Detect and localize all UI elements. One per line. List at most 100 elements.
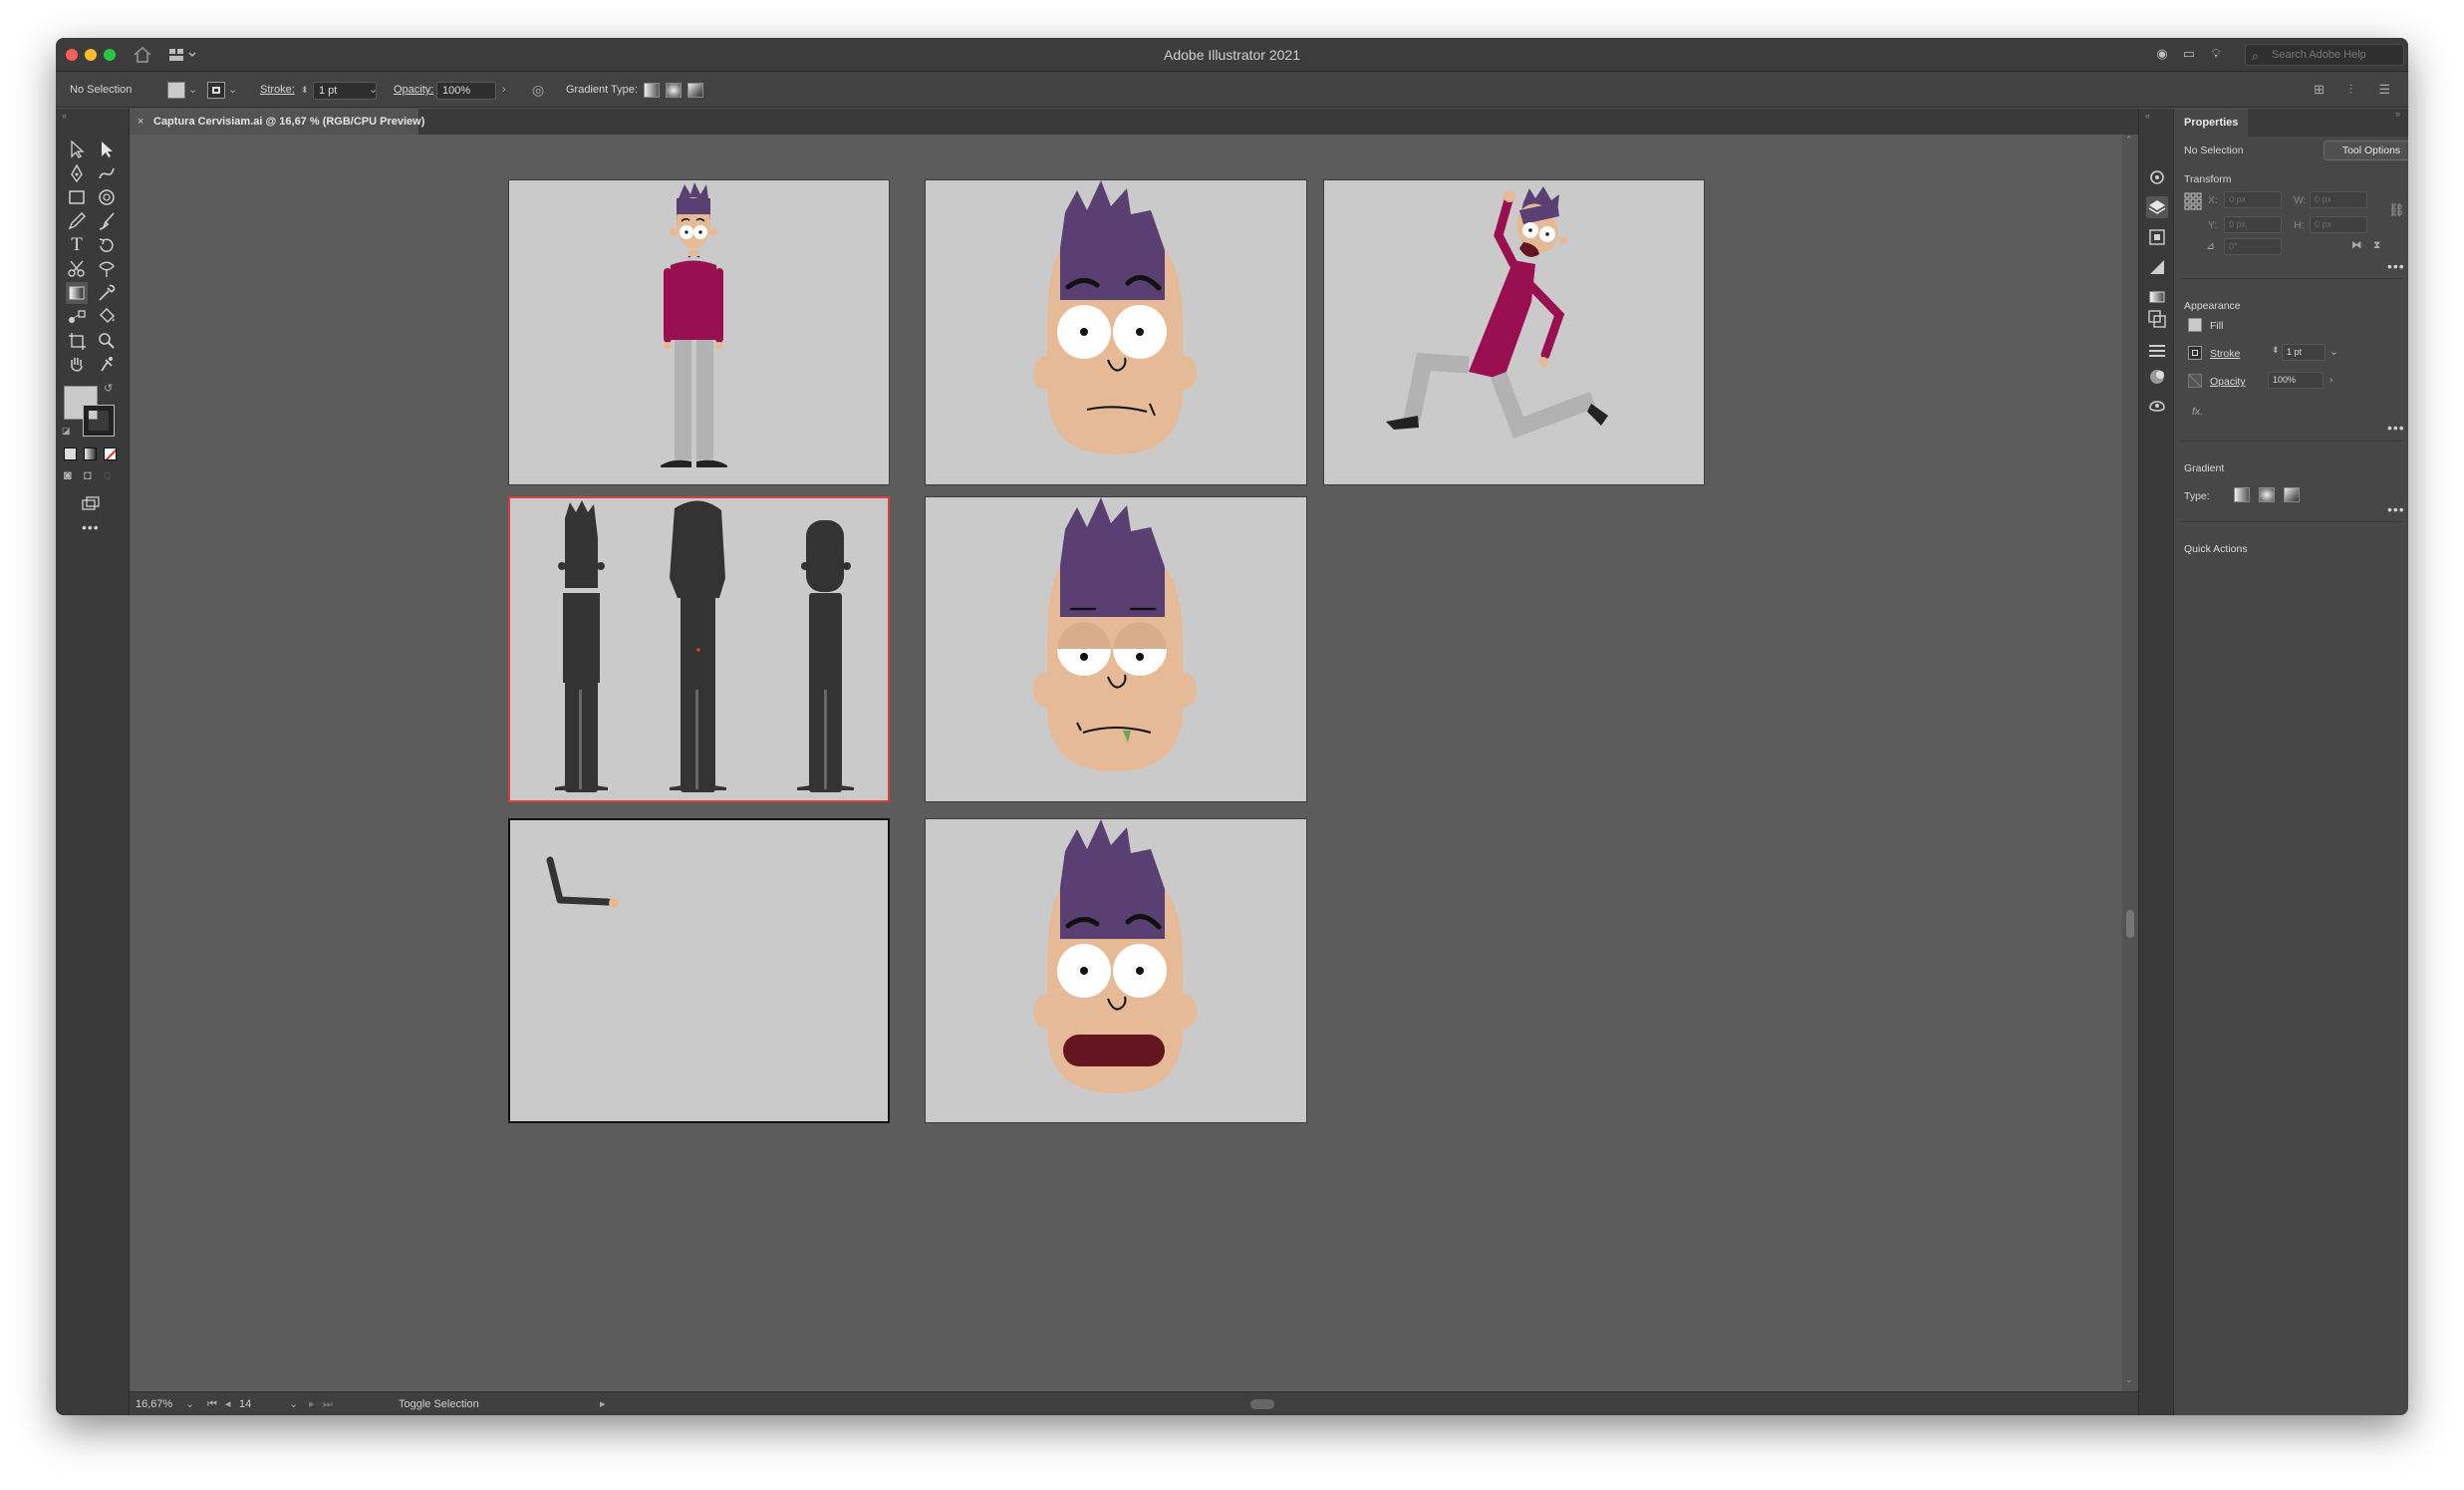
scroll-up-icon[interactable]: ⌃	[2125, 135, 2133, 146]
stroke-weight-dropdown-icon[interactable]: ⌄	[369, 72, 378, 108]
puppet-warp-icon[interactable]	[96, 354, 118, 376]
fill-dropdown-icon[interactable]: ⌄	[188, 72, 197, 108]
opacity-panel-expand-icon[interactable]: ›	[2329, 374, 2333, 386]
status-mode-label[interactable]: Toggle Selection	[399, 1392, 479, 1415]
help-search-input[interactable]: ⌕ Search Adobe Help	[2245, 44, 2404, 66]
opacity-label-panel[interactable]: Opacity	[2210, 376, 2246, 388]
stroke-label-panel[interactable]: Stroke	[2210, 348, 2240, 360]
h-field[interactable]: 0 px	[2310, 216, 2367, 233]
none-mode-icon[interactable]	[104, 447, 117, 460]
vertical-scroll-thumb[interactable]	[2126, 910, 2134, 938]
radial-gradient-button[interactable]	[666, 83, 682, 98]
symbols-panel-icon[interactable]	[2146, 394, 2168, 416]
color-guide-icon[interactable]	[2146, 256, 2168, 278]
artboard-face-neutral[interactable]	[925, 179, 1307, 485]
shaper-tool-icon[interactable]	[96, 186, 118, 208]
rotate-angle-field[interactable]: 0°	[2224, 238, 2282, 255]
layers-panel-icon[interactable]	[2146, 196, 2168, 218]
flip-horizontal-icon[interactable]: ⧓	[2351, 239, 2362, 251]
document-tab[interactable]: × Captura Cervisiam.ai @ 16,67 % (RGB/CP…	[130, 109, 424, 135]
radial-gradient-panel-button[interactable]	[2259, 487, 2275, 502]
next-artboard-icon[interactable]: ▸	[309, 1392, 315, 1415]
properties-panel-icon[interactable]	[2146, 166, 2168, 188]
horizontal-scroll-thumb[interactable]	[1250, 1399, 1274, 1409]
blend-tool-icon[interactable]	[66, 306, 88, 328]
status-menu-icon[interactable]: ▸	[600, 1392, 606, 1415]
y-field[interactable]: 0 px	[2224, 216, 2282, 233]
zoom-tool-icon[interactable]	[96, 330, 118, 352]
w-field[interactable]: 0 px	[2310, 191, 2367, 208]
stroke-swatch-dropdown-icon[interactable]: ⌄	[228, 72, 237, 108]
rotate-tool-icon[interactable]	[96, 234, 118, 256]
rectangle-tool-icon[interactable]	[66, 186, 88, 208]
transform-icon[interactable]: ⫶	[2349, 72, 2352, 108]
eyedropper-tool-icon[interactable]	[96, 282, 118, 304]
artboard-tool-icon[interactable]	[66, 330, 88, 352]
x-field[interactable]: 0 px	[2224, 191, 2282, 208]
swap-fill-stroke-icon[interactable]: ↺	[104, 382, 113, 395]
canvas[interactable]	[130, 135, 2122, 1391]
appearance-more-options-icon[interactable]: •••	[2387, 420, 2405, 436]
first-artboard-icon[interactable]: ⏮	[207, 1392, 217, 1415]
previous-artboard-icon[interactable]: ◂	[225, 1392, 231, 1415]
hand-tool-icon[interactable]	[66, 354, 88, 376]
artboard-face-tired[interactable]	[925, 496, 1307, 802]
stroke-weight-panel-dropdown-icon[interactable]: ⌄	[2329, 346, 2338, 358]
pen-tool-icon[interactable]	[66, 162, 88, 184]
artboard-silhouettes[interactable]	[508, 496, 890, 802]
effects-fx-button[interactable]: fx.	[2192, 406, 2203, 418]
lightbulb-icon[interactable]: 💡︎	[2206, 46, 2226, 64]
arrange-documents-icon[interactable]: ▭	[2179, 46, 2199, 64]
fill-swatch-panel[interactable]	[2188, 318, 2202, 332]
paintbrush-tool-icon[interactable]	[96, 210, 118, 232]
artboard-running-pose[interactable]	[1323, 179, 1705, 485]
opacity-field[interactable]: 100%	[436, 82, 496, 100]
scissors-tool-icon[interactable]	[66, 258, 88, 280]
artboard-arm-piece[interactable]	[508, 818, 890, 1123]
tool-options-button[interactable]: Tool Options	[2324, 141, 2408, 160]
transparency-panel-icon[interactable]	[2146, 308, 2168, 330]
zoom-level[interactable]: 16,67%	[136, 1392, 172, 1415]
stroke-weight-field[interactable]: 1 pt	[313, 82, 377, 100]
appearance-panel-icon[interactable]	[2146, 366, 2168, 388]
zoom-dropdown-icon[interactable]: ⌄	[185, 1392, 194, 1415]
fill-swatch[interactable]	[167, 82, 185, 99]
freeform-gradient-panel-button[interactable]	[2284, 487, 2300, 502]
default-fill-stroke-icon[interactable]: ◪	[62, 426, 71, 437]
gradient-tool-icon[interactable]	[66, 282, 88, 304]
panel-collapse-icon[interactable]: »	[2395, 109, 2400, 119]
selection-tool-icon[interactable]	[66, 139, 88, 160]
color-mode-icon[interactable]	[64, 447, 77, 460]
stroke-color-box[interactable]	[83, 405, 115, 437]
direct-selection-tool-icon[interactable]	[96, 139, 118, 160]
curvature-tool-icon[interactable]	[96, 162, 118, 184]
stroke-stepper-panel-icon[interactable]: ⬍	[2272, 345, 2280, 356]
last-artboard-icon[interactable]: ⏭	[323, 1392, 333, 1415]
constrain-proportions-icon[interactable]: ⛓︎	[2388, 202, 2405, 218]
libraries-panel-icon[interactable]	[2146, 226, 2168, 248]
artboard-dropdown-icon[interactable]: ⌄	[289, 1392, 298, 1415]
linear-gradient-panel-button[interactable]	[2234, 487, 2250, 502]
reference-point-icon[interactable]	[2184, 192, 2202, 210]
transform-more-options-icon[interactable]: •••	[2387, 258, 2405, 274]
draw-normal-icon[interactable]: ◙	[64, 467, 72, 482]
scroll-down-icon[interactable]: ⌄	[2125, 1374, 2133, 1385]
draw-inside-icon[interactable]: ◌	[104, 467, 112, 482]
opacity-expand-icon[interactable]: ›	[502, 72, 506, 108]
expand-panels-icon[interactable]: «	[2145, 111, 2150, 121]
close-tab-icon[interactable]: ×	[137, 109, 143, 135]
pencil-tool-icon[interactable]	[66, 210, 88, 232]
collapse-panel-icon[interactable]: «	[62, 111, 67, 121]
artboard-number[interactable]: 14	[239, 1392, 251, 1415]
align-icon[interactable]: ⊞	[2314, 72, 2325, 108]
opacity-label[interactable]: Opacity:	[394, 72, 433, 108]
live-paint-bucket-icon[interactable]	[96, 306, 118, 328]
account-icon[interactable]: ◉	[2152, 46, 2172, 64]
stroke-swatch[interactable]	[207, 82, 225, 99]
stroke-swatch-panel[interactable]	[2188, 346, 2202, 360]
type-tool-icon[interactable]: T	[66, 234, 88, 256]
artboard-full-body[interactable]	[508, 179, 890, 485]
gradient-mode-icon[interactable]	[84, 447, 97, 460]
stroke-weight-field-panel[interactable]: 1 pt	[2282, 344, 2326, 361]
stroke-label[interactable]: Stroke:	[260, 72, 295, 108]
